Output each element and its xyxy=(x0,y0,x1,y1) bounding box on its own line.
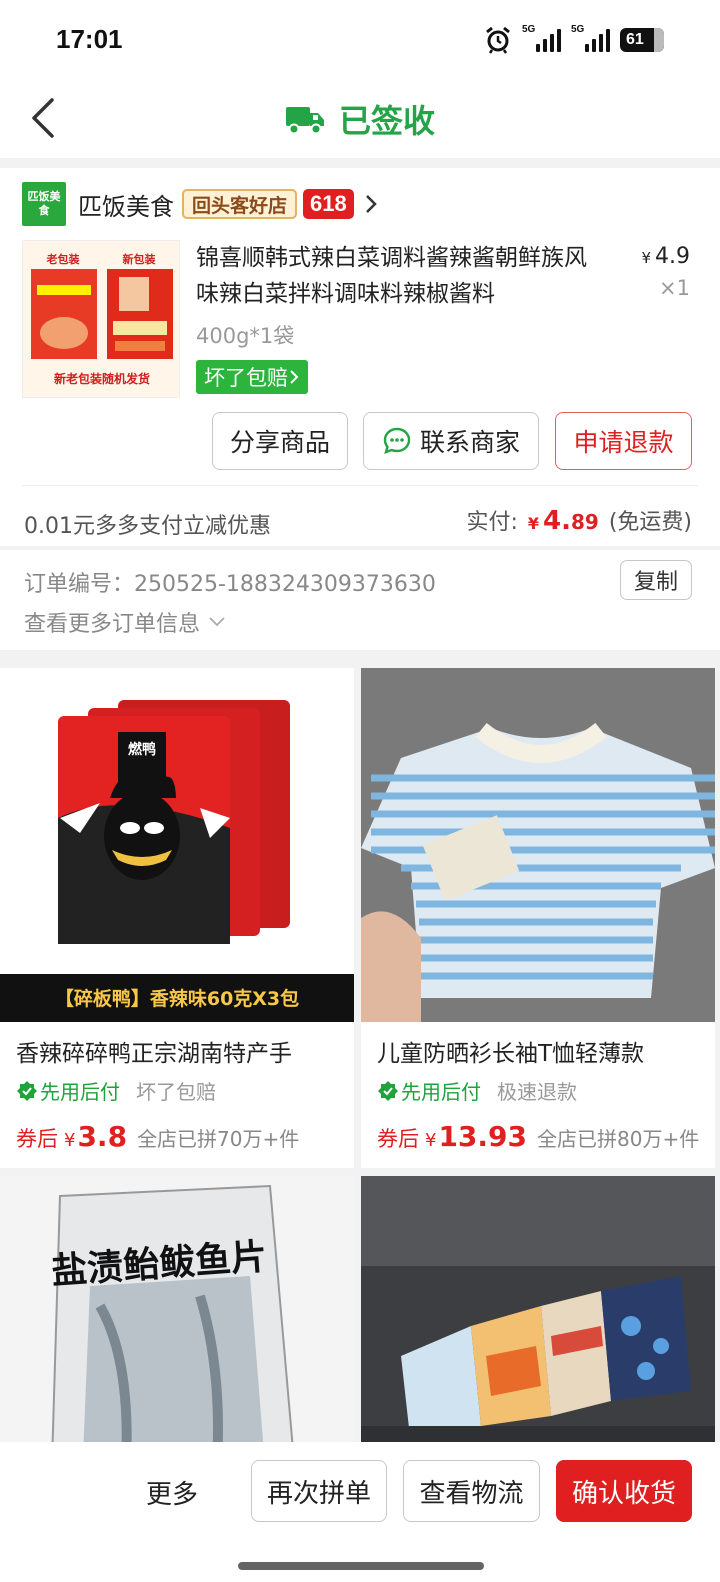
order-info-card: 订单编号：250525-188324309373630 复制 查看更多订单信息 xyxy=(0,550,720,650)
product-title[interactable]: 锦喜顺韩式辣白菜调料酱辣酱朝鲜族风味辣白菜拌料调味料辣椒酱料 xyxy=(196,240,604,312)
status-icons: 5G 5G 61 xyxy=(484,24,664,54)
order-number: 订单编号：250525-188324309373630 xyxy=(24,572,436,597)
product-card-image[interactable]: 盐渍鲐鲅鱼片 xyxy=(0,1176,354,1442)
contact-seller-label: 联系商家 xyxy=(419,428,520,457)
promo-badge: 618 xyxy=(303,189,354,219)
chevron-right-icon xyxy=(290,370,299,384)
shop-name: 匹饭美食 xyxy=(78,192,174,221)
shop-row[interactable]: 匹饭美食 匹饭美食 回头客好店 618 xyxy=(22,182,378,226)
product-card[interactable]: 燃鸭 【碎板鸭】香辣味60克X3包 香辣碎碎鸭正宗湖南特产手 先用后付 坏了包赔… xyxy=(0,668,354,1168)
alarm-icon xyxy=(486,26,510,54)
title-group: 已签收 xyxy=(0,96,720,142)
reorder-button[interactable]: 再次拼单 xyxy=(251,1460,387,1522)
product-image-caption: 新老包装随机发货 xyxy=(54,371,150,386)
guarantee-badge: 坏了包赔 xyxy=(196,360,308,394)
product-card-title: 儿童防晒衫长袖T恤轻薄款 xyxy=(377,1041,645,1067)
product-card-price: 券后 ¥ 3.8 全店已拼70万+件 xyxy=(16,1120,300,1153)
shop-logo: 匹饭美食 xyxy=(22,182,66,226)
paid-amount: 实付: ¥4.89 (免运费) xyxy=(466,506,692,536)
signal-icon: 5G xyxy=(522,24,561,52)
product-card-image[interactable]: 燃鸭 【碎板鸭】香辣味60克X3包 xyxy=(0,668,354,1022)
chevron-right-icon xyxy=(365,195,377,213)
product-card-title: 香辣碎碎鸭正宗湖南特产手 xyxy=(16,1041,292,1067)
product-image[interactable]: 老包装 新包装 新老包装随机发货 xyxy=(22,240,180,398)
home-indicator[interactable] xyxy=(238,1562,484,1570)
more-order-info-link[interactable]: 查看更多订单信息 xyxy=(24,606,226,638)
product-card-image[interactable] xyxy=(361,1176,715,1442)
status-bar: 17:01 5G 5G 61 xyxy=(0,0,720,80)
more-button[interactable]: 更多 xyxy=(146,1474,198,1511)
signal-icon: 5G xyxy=(571,24,610,52)
contact-seller-button[interactable]: 联系商家 xyxy=(363,412,539,470)
product-card[interactable] xyxy=(361,1176,715,1442)
product-image-new-label: 新包装 xyxy=(123,252,156,266)
card-image-banner: 【碎板鸭】香辣味60克X3包 xyxy=(55,987,299,1010)
divider xyxy=(22,485,698,486)
product-card[interactable]: 盐渍鲐鲅鱼片 xyxy=(0,1176,354,1442)
status-time: 17:01 xyxy=(56,24,123,54)
truck-icon xyxy=(285,107,324,135)
bottom-action-bar: 更多 再次拼单 查看物流 确认收货 xyxy=(0,1442,720,1582)
view-logistics-button[interactable]: 查看物流 xyxy=(403,1460,540,1522)
chevron-down-icon xyxy=(209,617,225,627)
product-card-tags: 先用后付 极速退款 xyxy=(377,1076,577,1105)
shop-tag: 回头客好店 xyxy=(182,189,298,219)
payment-discount: 0.01元多多支付立减优惠 xyxy=(24,514,271,539)
page-header: 已签收 xyxy=(0,80,720,158)
page-title: 已签收 xyxy=(338,102,435,140)
battery-icon: 61 xyxy=(620,28,664,52)
confirm-receipt-button[interactable]: 确认收货 xyxy=(556,1460,692,1522)
product-spec: 400g*1袋 xyxy=(196,324,295,348)
share-product-button[interactable]: 分享商品 xyxy=(212,412,348,470)
request-refund-button[interactable]: 申请退款 xyxy=(555,412,692,470)
product-card-image[interactable] xyxy=(361,668,715,1022)
product-quantity: ×1 xyxy=(659,276,690,300)
product-image-old-label: 老包装 xyxy=(46,252,80,266)
product-card-tags: 先用后付 坏了包赔 xyxy=(16,1076,216,1105)
product-price: ¥4.9 xyxy=(641,244,690,269)
product-card-price: 券后 ¥ 13.93 全店已拼80万+件 xyxy=(377,1120,700,1153)
order-card: 匹饭美食 匹饭美食 回头客好店 618 老包装 新包装 新老包装随机发货 锦喜顺… xyxy=(0,168,720,546)
product-card[interactable]: 儿童防晒衫长袖T恤轻薄款 先用后付 极速退款 券后 ¥ 13.93 全店已拼80… xyxy=(361,668,715,1168)
badge-check-icon xyxy=(378,1080,398,1101)
copy-button[interactable]: 复制 xyxy=(620,560,692,600)
card-brand-text: 燃鸭 xyxy=(128,741,156,758)
chat-icon xyxy=(383,427,411,454)
badge-check-icon xyxy=(17,1080,37,1101)
